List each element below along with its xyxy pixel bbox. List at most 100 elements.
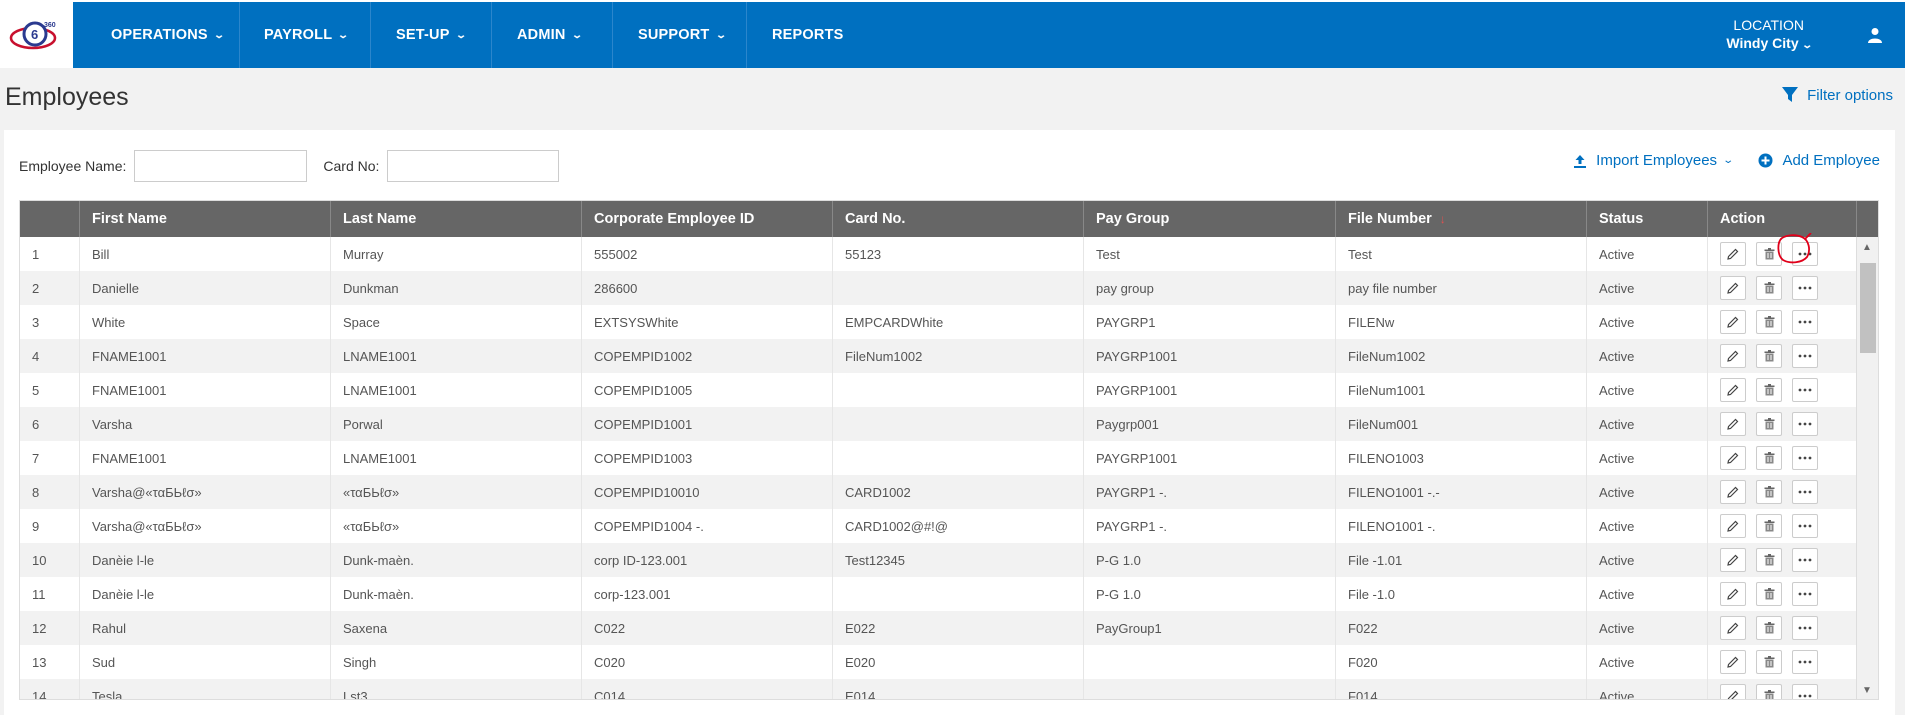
more-options-button[interactable] xyxy=(1792,514,1818,538)
cell-card-no xyxy=(833,577,1084,611)
edit-button[interactable] xyxy=(1720,514,1746,538)
col-header-status[interactable]: Status xyxy=(1587,201,1708,237)
table-row[interactable]: 3 White Space EXTSYSWhite EMPCARDWhite PAYGRP… xyxy=(20,305,1857,339)
nav-support[interactable]: SUPPORT ⌄ xyxy=(613,2,747,68)
employee-name-input[interactable] xyxy=(134,150,308,182)
more-options-button[interactable] xyxy=(1792,650,1818,674)
cell-pay-group: PAYGRP1 -. xyxy=(1084,475,1336,509)
table-row[interactable]: 12 Rahul Saxena C022 E022 PayGroup1 F022 Active xyxy=(20,611,1857,645)
table-row[interactable]: 11 Danèie l-le Dunk-maèn. corp-123.001 P-G 1… xyxy=(20,577,1857,611)
delete-button[interactable] xyxy=(1756,616,1782,640)
col-header-last-name[interactable]: Last Name xyxy=(331,201,582,237)
cell-first-name: White xyxy=(80,305,331,339)
cell-file-number: F014 xyxy=(1336,679,1587,699)
more-options-button[interactable] xyxy=(1792,276,1818,300)
edit-button[interactable] xyxy=(1720,548,1746,572)
user-menu-button[interactable] xyxy=(1845,2,1905,68)
more-options-button[interactable] xyxy=(1792,378,1818,402)
table-row[interactable]: 2 Danielle Dunkman 286600 pay group pay file … xyxy=(20,271,1857,305)
ellipsis-icon xyxy=(1798,626,1812,630)
edit-button[interactable] xyxy=(1720,582,1746,606)
scroll-up-icon[interactable]: ▲ xyxy=(1862,242,1872,253)
more-options-button[interactable] xyxy=(1792,480,1818,504)
edit-button[interactable] xyxy=(1720,684,1746,699)
scroll-down-icon[interactable]: ▼ xyxy=(1862,685,1872,696)
col-header-corporate-id[interactable]: Corporate Employee ID xyxy=(582,201,833,237)
nav-setup[interactable]: SET-UP ⌄ xyxy=(371,2,492,68)
delete-button[interactable] xyxy=(1756,242,1782,266)
more-options-button[interactable] xyxy=(1792,344,1818,368)
edit-button[interactable] xyxy=(1720,242,1746,266)
sort-down-icon: ↓ xyxy=(1439,212,1446,226)
edit-button[interactable] xyxy=(1720,650,1746,674)
vertical-scrollbar[interactable]: ▲ ▼ xyxy=(1856,237,1878,699)
edit-button[interactable] xyxy=(1720,378,1746,402)
nav-reports[interactable]: REPORTS xyxy=(747,2,867,68)
more-options-button[interactable] xyxy=(1792,242,1818,266)
more-options-button[interactable] xyxy=(1792,548,1818,572)
delete-button[interactable] xyxy=(1756,480,1782,504)
app-logo[interactable]: 6 360 xyxy=(4,3,68,65)
trash-icon xyxy=(1764,520,1774,532)
edit-button[interactable] xyxy=(1720,344,1746,368)
more-options-button[interactable] xyxy=(1792,412,1818,436)
import-employees-button[interactable]: Import Employees ⌄ xyxy=(1573,152,1734,169)
cell-status: Active xyxy=(1587,339,1708,373)
table-row[interactable]: 8 Varsha@«ταБЬℓσ» «ταБЬℓσ» COPEMPID10010 CAR… xyxy=(20,475,1857,509)
edit-button[interactable] xyxy=(1720,276,1746,300)
table-row[interactable]: 13 Sud Singh C020 E020 F020 Active xyxy=(20,645,1857,679)
delete-button[interactable] xyxy=(1756,582,1782,606)
table-row[interactable]: 9 Varsha@«ταБЬℓσ» «ταБЬℓσ» COPEMPID1004 -. C… xyxy=(20,509,1857,543)
delete-button[interactable] xyxy=(1756,650,1782,674)
edit-button[interactable] xyxy=(1720,412,1746,436)
delete-button[interactable] xyxy=(1756,412,1782,436)
cell-index: 11 xyxy=(20,577,80,611)
scrollbar-thumb[interactable] xyxy=(1860,263,1876,353)
edit-button[interactable] xyxy=(1720,310,1746,334)
delete-button[interactable] xyxy=(1756,548,1782,572)
more-options-button[interactable] xyxy=(1792,684,1818,699)
delete-button[interactable] xyxy=(1756,684,1782,699)
delete-button[interactable] xyxy=(1756,446,1782,470)
table-row[interactable]: 7 FNAME1001 LNAME1001 COPEMPID1003 PAYGRP100… xyxy=(20,441,1857,475)
cell-pay-group: P-G 1.0 xyxy=(1084,577,1336,611)
nav-admin[interactable]: ADMIN ⌄ xyxy=(492,2,613,68)
table-row[interactable]: 4 FNAME1001 LNAME1001 COPEMPID1002 FileNum10… xyxy=(20,339,1857,373)
filter-options-button[interactable]: Filter options xyxy=(1781,86,1893,104)
col-header-card-no[interactable]: Card No. xyxy=(833,201,1084,237)
more-options-button[interactable] xyxy=(1792,446,1818,470)
add-employee-button[interactable]: Add Employee xyxy=(1758,152,1880,169)
delete-button[interactable] xyxy=(1756,344,1782,368)
delete-button[interactable] xyxy=(1756,276,1782,300)
table-row[interactable]: 5 FNAME1001 LNAME1001 COPEMPID1005 PAYGRP100… xyxy=(20,373,1857,407)
edit-button[interactable] xyxy=(1720,480,1746,504)
edit-button[interactable] xyxy=(1720,446,1746,470)
cell-actions xyxy=(1708,271,1857,305)
col-header-first-name[interactable]: First Name xyxy=(80,201,331,237)
nav-payroll[interactable]: PAYROLL ⌄ xyxy=(240,2,371,68)
cell-first-name: Tesla xyxy=(80,679,331,699)
card-no-input[interactable] xyxy=(387,150,560,182)
trash-icon xyxy=(1764,656,1774,668)
table-row[interactable]: 14 Tesla Lst3 C014 E014 F014 Active xyxy=(20,679,1857,699)
location-selector[interactable]: LOCATION Windy City ⌄ xyxy=(1726,16,1812,55)
cell-index: 12 xyxy=(20,611,80,645)
trash-icon xyxy=(1764,350,1774,362)
more-options-button[interactable] xyxy=(1792,310,1818,334)
more-options-button[interactable] xyxy=(1792,582,1818,606)
table-row[interactable]: 6 Varsha Porwal COPEMPID1001 Paygrp001 FileNu… xyxy=(20,407,1857,441)
cell-corporate-id: COPEMPID1004 -. xyxy=(582,509,833,543)
delete-button[interactable] xyxy=(1756,310,1782,334)
table-row[interactable]: 1 Bill Murray 555002 55123 Test Test Active xyxy=(20,237,1857,271)
col-header-file-number[interactable]: File Number ↓ xyxy=(1336,201,1587,237)
col-header-pay-group[interactable]: Pay Group xyxy=(1084,201,1336,237)
delete-button[interactable] xyxy=(1756,378,1782,402)
nav-operations[interactable]: OPERATIONS ⌄ xyxy=(73,2,240,68)
edit-button[interactable] xyxy=(1720,616,1746,640)
more-options-button[interactable] xyxy=(1792,616,1818,640)
cell-file-number: F020 xyxy=(1336,645,1587,679)
delete-button[interactable] xyxy=(1756,514,1782,538)
cell-pay-group: pay group xyxy=(1084,271,1336,305)
table-row[interactable]: 10 Danèie l-le Dunk-maèn. corp ID-123.001 Te… xyxy=(20,543,1857,577)
cell-last-name: Saxena xyxy=(331,611,582,645)
